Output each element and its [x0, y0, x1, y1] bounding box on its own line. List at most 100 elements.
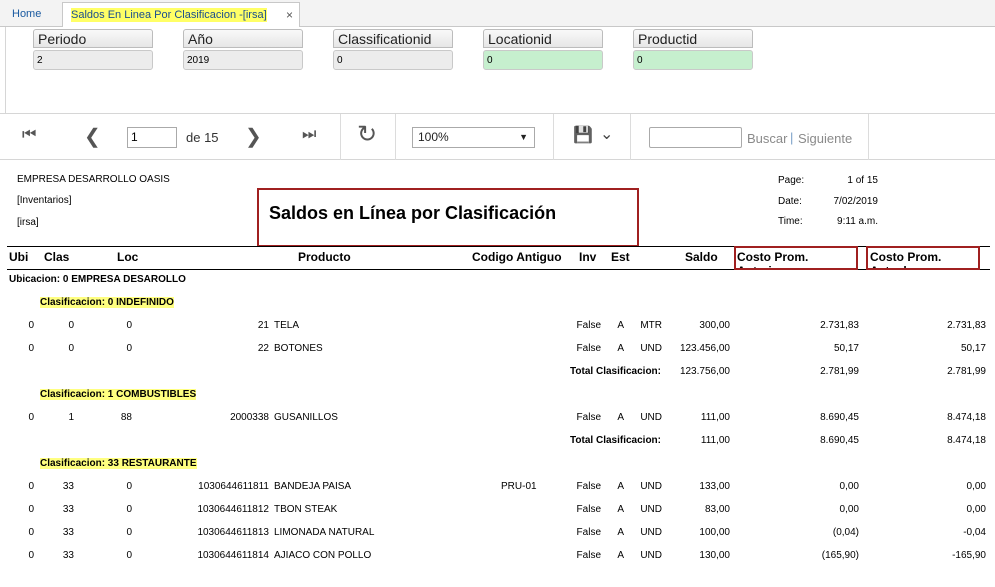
group-heading: Clasificacion: 0 INDEFINIDO — [40, 297, 174, 308]
company-name: EMPRESA DESARROLLO OASIS — [17, 174, 170, 185]
cell-inv: False — [576, 412, 601, 423]
cell-act: 50,17 — [960, 343, 986, 354]
save-icon[interactable]: 💾 — [573, 125, 593, 145]
cell-loc: 0 — [126, 527, 132, 538]
time-value: 9:11 a.m. — [837, 216, 878, 227]
total-label: Total Clasificacion: — [570, 366, 661, 377]
col-header-producto: Producto — [298, 250, 351, 264]
chevron-down-icon[interactable]: ⌄ — [600, 124, 613, 144]
cell-loc: 0 — [126, 343, 132, 354]
cell-est: A — [617, 504, 624, 515]
param-label: Locationid — [483, 29, 603, 48]
cell-name: BOTONES — [274, 343, 323, 354]
find-next-button[interactable]: Siguiente — [798, 131, 852, 146]
cell-code: 21 — [257, 320, 269, 331]
cell-est: A — [617, 481, 624, 492]
next-page-icon[interactable]: ❯ — [245, 124, 262, 149]
cell-act: 2.731,83 — [947, 320, 986, 331]
tab-home[interactable]: Home — [4, 2, 49, 27]
cell-name: BANDEJA PAISA — [274, 481, 352, 492]
cell-act: -0,04 — [963, 527, 986, 538]
cell-code: 2000338 — [230, 412, 269, 423]
cell-name: TELA — [274, 320, 300, 331]
periodo-field[interactable]: 2 — [33, 50, 153, 70]
cell-clas: 0 — [68, 320, 74, 331]
col-header-costo-actual: Costo Prom. Actual — [870, 250, 942, 268]
page-number-input[interactable]: 1 — [127, 127, 177, 148]
zoom-value: 100% — [418, 130, 449, 144]
cell-saldo: 100,00 — [699, 527, 730, 538]
toolbar-divider — [630, 114, 631, 160]
cell-name: GUSANILLOS — [274, 412, 338, 423]
cell-unit: UND — [640, 412, 662, 423]
cell-ubi: 0 — [28, 527, 34, 538]
toolbar-divider — [868, 114, 869, 160]
cell-unit: UND — [640, 527, 662, 538]
cell-unit: UND — [640, 343, 662, 354]
page-count-label: de 15 — [186, 130, 219, 145]
cell-saldo: 123.456,00 — [679, 343, 730, 354]
cell-saldo: 130,00 — [699, 550, 730, 561]
find-input[interactable] — [649, 127, 742, 148]
cell-inv: False — [576, 527, 601, 538]
find-button[interactable]: Buscar — [747, 131, 787, 146]
cell-clas: 33 — [62, 504, 74, 515]
cell-est: A — [617, 412, 624, 423]
cell-unit: MTR — [640, 320, 662, 331]
cell-name: TBON STEAK — [274, 504, 338, 515]
prev-page-icon[interactable]: ❮ — [84, 124, 101, 149]
param-anio: Año 2019 — [183, 29, 303, 70]
col-header-codigo: Codigo Antiguo — [472, 250, 562, 264]
last-page-icon[interactable]: ⏭ — [302, 126, 316, 144]
param-periodo: Periodo 2 — [33, 29, 153, 70]
param-classificationid: Classificationid 0 — [333, 29, 453, 70]
total-costo-anterior: 8.690,45 — [820, 435, 859, 446]
chevron-down-icon: ▼ — [519, 132, 528, 142]
cell-loc: 0 — [126, 320, 132, 331]
zoom-select[interactable]: 100% ▼ — [412, 127, 535, 148]
col-header-saldo: Saldo — [685, 250, 718, 264]
cell-saldo: 300,00 — [699, 320, 730, 331]
cell-ant: 50,17 — [833, 343, 859, 354]
cell-saldo: 133,00 — [699, 481, 730, 492]
cell-est: A — [617, 320, 624, 331]
locationid-field[interactable]: 0 — [483, 50, 603, 70]
total-label: Total Clasificacion: — [570, 435, 661, 446]
refresh-icon[interactable]: ↻ — [357, 120, 377, 149]
cell-ubi: 0 — [28, 412, 34, 423]
cell-inv: False — [576, 320, 601, 331]
cell-act: 0,00 — [966, 481, 986, 492]
tab-saldos-report[interactable]: Saldos En Linea Por Clasificacion -[irsa… — [62, 2, 300, 27]
cell-loc: 0 — [126, 504, 132, 515]
col-header-ubi: Ubi — [9, 250, 29, 264]
total-costo-actual: 2.781,99 — [947, 366, 986, 377]
cell-loc: 88 — [120, 412, 132, 423]
classificationid-field[interactable]: 0 — [333, 50, 453, 70]
col-header-clas: Clas — [44, 250, 70, 264]
costo-anterior-highlight: Costo Prom. Anterior — [734, 246, 858, 270]
anio-field[interactable]: 2019 — [183, 50, 303, 70]
first-page-icon[interactable]: ⏮ — [22, 126, 36, 144]
module-name: [Inventarios] — [17, 195, 72, 206]
group-heading: Clasificacion: 33 RESTAURANTE — [40, 458, 197, 469]
cell-saldo: 111,00 — [700, 412, 730, 423]
tab-label: Saldos En Linea Por Clasificacion -[irsa… — [71, 8, 267, 22]
cell-saldo: 83,00 — [704, 504, 730, 515]
productid-field[interactable]: 0 — [633, 50, 753, 70]
param-label: Productid — [633, 29, 753, 48]
cell-clas: 33 — [62, 481, 74, 492]
close-icon[interactable]: × — [286, 3, 293, 27]
group-heading: Clasificacion: 1 COMBUSTIBLES — [40, 389, 197, 400]
cell-old: PRU-01 — [501, 481, 537, 492]
cell-ubi: 0 — [28, 343, 34, 354]
cell-ubi: 0 — [28, 320, 34, 331]
cell-ant: 2.731,83 — [820, 320, 859, 331]
cell-inv: False — [576, 550, 601, 561]
cell-est: A — [617, 550, 624, 561]
toolbar-divider — [395, 114, 396, 160]
total-saldo: 111,00 — [700, 435, 730, 446]
cell-code: 1030644611811 — [198, 481, 269, 492]
cell-loc: 0 — [126, 550, 132, 561]
report-toolbar: ⏮ ❮ 1 de 15 ❯ ⏭ ↻ 100% ▼ 💾 ⌄ Buscar | Si… — [0, 113, 995, 160]
cell-name: AJIACO CON POLLO — [274, 550, 372, 561]
